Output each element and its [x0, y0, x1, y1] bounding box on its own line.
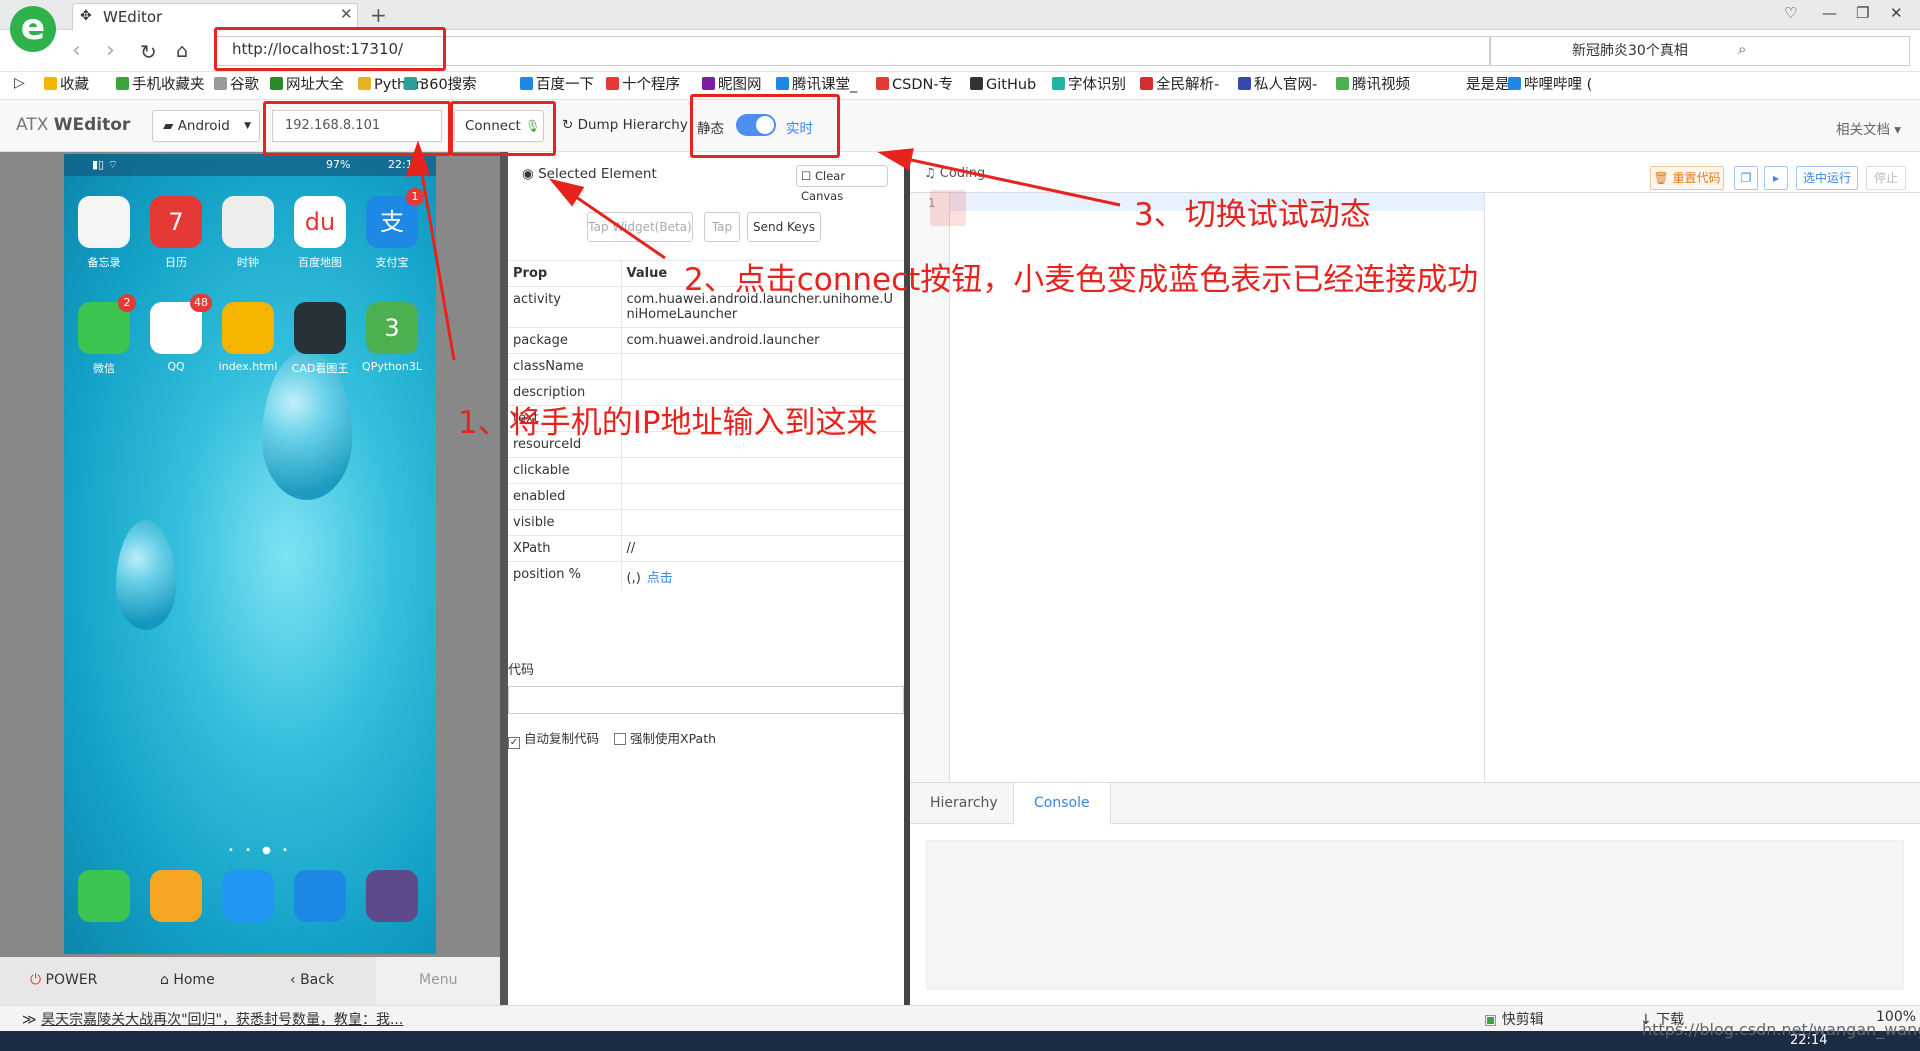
arrow-step1: [416, 149, 456, 361]
arrow-head-step3: [877, 148, 914, 171]
arrow-head-step2: [548, 178, 585, 207]
annotation-arrows: [405, 140, 1121, 361]
annotation-step1: 1、将手机的IP地址输入到这来: [458, 405, 878, 441]
annotation-step2: 2、点击connect按钮，小麦色变成蓝色表示已经连接成功: [684, 262, 1479, 298]
arrow-step3: [887, 153, 1121, 207]
annotation-step3: 3、切换试试动态: [1134, 197, 1371, 233]
arrow-head-step1: [405, 140, 431, 177]
